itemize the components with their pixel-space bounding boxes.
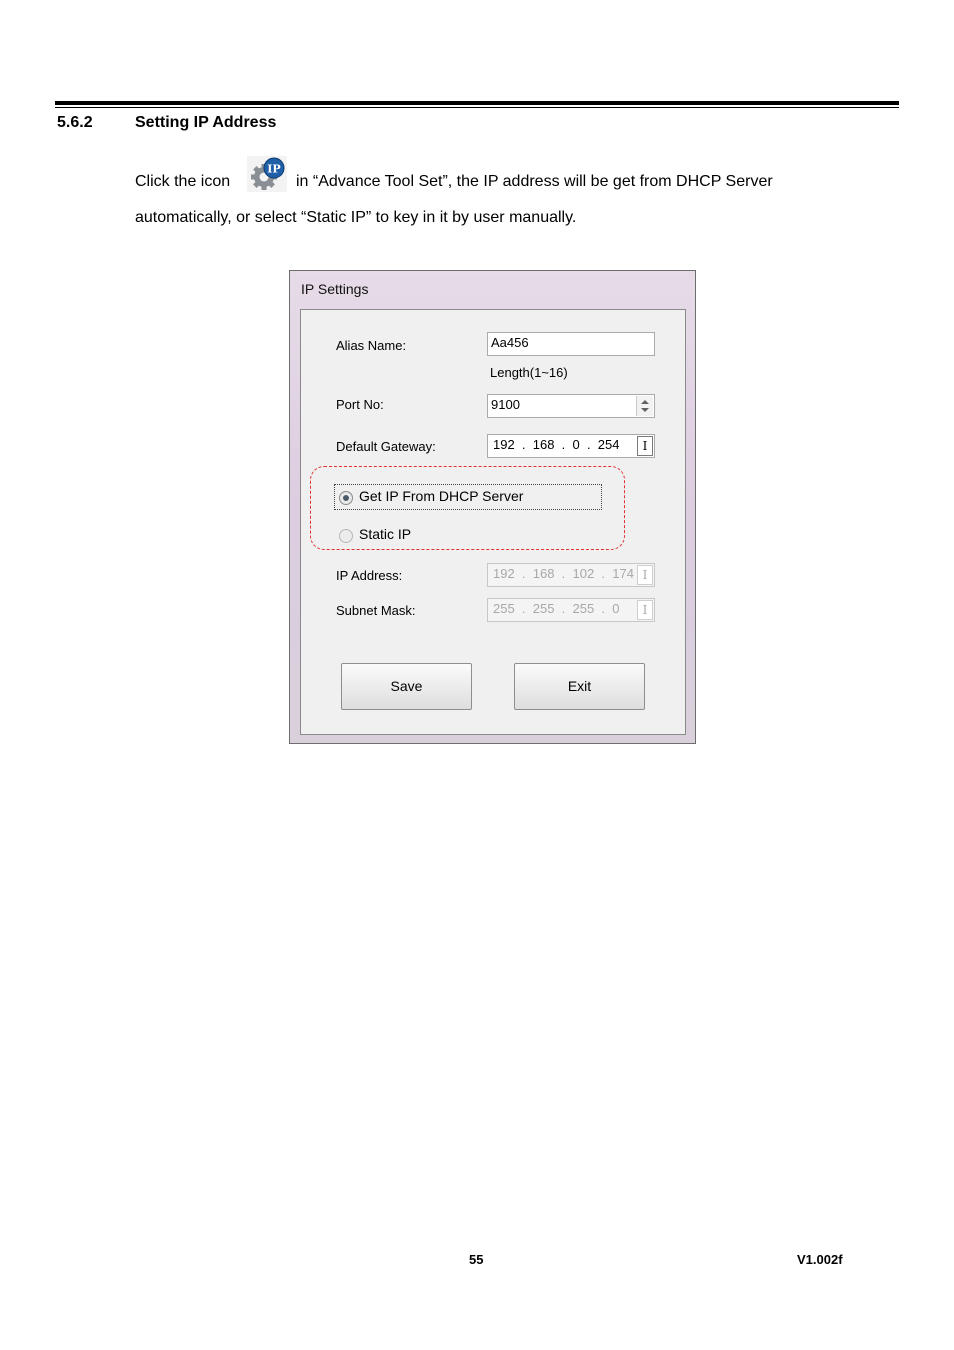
default-gateway-value: 192 . 168 . 0 . 254 bbox=[493, 437, 620, 452]
dialog-client-area: Alias Name: Aa456 Length(1~16) Port No: … bbox=[300, 309, 686, 735]
spin-up-icon[interactable] bbox=[641, 400, 649, 404]
static-ip-radio-label[interactable]: Static IP bbox=[359, 526, 411, 542]
ip-settings-dialog: IP Settings Alias Name: Aa456 Length(1~1… bbox=[289, 270, 696, 744]
static-ip-radio[interactable] bbox=[339, 529, 353, 543]
header-rule-thick bbox=[55, 101, 899, 105]
default-gateway-input[interactable]: 192 . 168 . 0 . 254 I bbox=[487, 434, 655, 458]
subnet-mask-label: Subnet Mask: bbox=[336, 603, 416, 618]
paragraph-line2: automatically, or select “Static IP” to … bbox=[135, 209, 577, 226]
page-number: 55 bbox=[469, 1252, 484, 1267]
exit-button[interactable]: Exit bbox=[514, 663, 645, 710]
port-no-input[interactable]: 9100 bbox=[487, 394, 655, 418]
port-no-value: 9100 bbox=[491, 397, 520, 412]
document-version: V1.002f bbox=[797, 1252, 843, 1267]
dialog-title: IP Settings bbox=[301, 281, 369, 297]
subnet-mask-input[interactable]: 255 . 255 . 255 . 0 I bbox=[487, 598, 655, 622]
alias-name-label: Alias Name: bbox=[336, 338, 407, 353]
length-hint: Length(1~16) bbox=[490, 365, 568, 380]
alias-name-input[interactable]: Aa456 bbox=[487, 332, 655, 356]
section-number: 5.6.2 bbox=[57, 114, 93, 131]
port-no-label: Port No: bbox=[336, 397, 384, 412]
ip-address-label: IP Address: bbox=[336, 568, 403, 583]
ip-field-cursor-icon: I bbox=[637, 600, 653, 620]
dhcp-radio[interactable] bbox=[339, 491, 353, 505]
svg-text:IP: IP bbox=[267, 163, 280, 176]
spin-down-icon[interactable] bbox=[641, 408, 649, 412]
ip-address-input[interactable]: 192 . 168 . 102 . 174 I bbox=[487, 563, 655, 587]
ip-settings-gear-icon: IP bbox=[247, 156, 287, 192]
ip-address-value: 192 . 168 . 102 . 174 bbox=[493, 566, 634, 581]
ip-field-cursor-icon: I bbox=[637, 565, 653, 585]
section-title: Setting IP Address bbox=[135, 114, 277, 131]
default-gateway-label: Default Gateway: bbox=[336, 439, 436, 454]
paragraph-line1-end: in “Advance Tool Set”, the IP address wi… bbox=[296, 173, 773, 190]
save-button[interactable]: Save bbox=[341, 663, 472, 710]
header-rule-thin bbox=[55, 107, 899, 108]
dhcp-radio-label[interactable]: Get IP From DHCP Server bbox=[359, 488, 523, 504]
subnet-mask-value: 255 . 255 . 255 . 0 bbox=[493, 601, 620, 616]
paragraph-line1-start: Click the icon bbox=[135, 173, 231, 190]
ip-field-cursor-icon: I bbox=[637, 436, 653, 456]
port-spinner[interactable] bbox=[636, 396, 653, 416]
